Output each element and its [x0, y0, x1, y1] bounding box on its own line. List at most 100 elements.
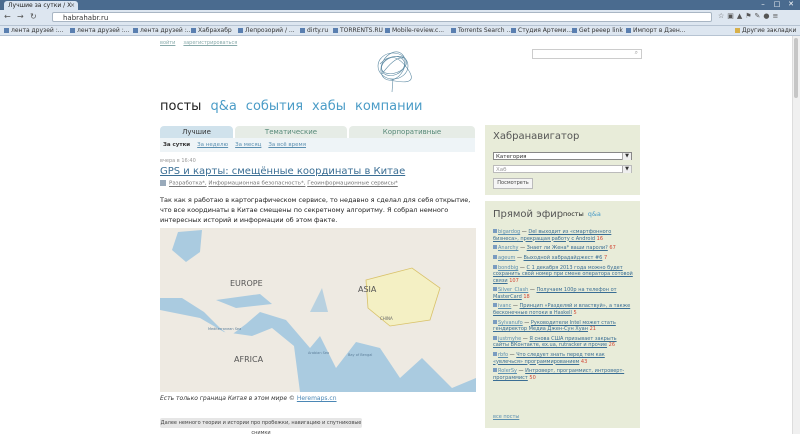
feed-count: 26	[608, 342, 616, 349]
live-tab-posts[interactable]: посты	[563, 210, 584, 218]
feed-count: 50	[529, 374, 536, 381]
forward-icon[interactable]: →	[17, 12, 24, 21]
list-item: Silver_Clash — Получаем 100р на телефон …	[493, 287, 617, 300]
feed-user[interactable]: Sylvanufo	[498, 320, 523, 326]
nav-qa[interactable]: q&a	[210, 99, 236, 114]
feed-count: 107	[509, 277, 519, 284]
show-button[interactable]: Посмотреть	[493, 178, 533, 189]
bookmark-item[interactable]: TORRENTS.RU	[333, 26, 383, 35]
bookmark-item[interactable]: Mobile-review.c...	[385, 26, 444, 35]
live-tabs: посты q&a	[563, 210, 601, 218]
feed-user[interactable]: bondbig	[498, 265, 518, 271]
bookmark-item[interactable]: лента друзей :...	[133, 26, 192, 35]
category-select[interactable]: Категория ▼	[493, 152, 632, 160]
hub-select[interactable]: Хаб ▼	[493, 165, 632, 173]
extension-icons[interactable]: ☆▣▲⚑✎●≡	[718, 12, 781, 20]
nav-hubs[interactable]: хабы	[312, 99, 346, 114]
user-icon	[493, 303, 497, 308]
favicon-icon	[511, 28, 516, 33]
favicon-icon	[333, 28, 338, 33]
feed-title[interactable]: Принцип «Разделяй и властвуй», а также б…	[493, 303, 630, 316]
hub-link[interactable]: Геоинформационные сервисы*	[307, 181, 398, 187]
user-icon	[493, 229, 497, 233]
user-icon	[493, 368, 497, 373]
login-link[interactable]: войти	[160, 40, 175, 46]
feed-title[interactable]: Выходной хабрадайджест #6	[524, 255, 603, 261]
habr-logo[interactable]	[370, 44, 416, 94]
feed-user[interactable]: Anarchy	[498, 245, 518, 251]
bookmark-item[interactable]: Get peeep link	[572, 26, 623, 35]
user-icon	[493, 264, 497, 269]
map-label-europe: EUROPE	[230, 279, 263, 288]
post-tabs: Лучшие Тематические Корпоративные	[160, 126, 475, 138]
tab-thematic[interactable]: Тематические	[235, 126, 347, 138]
all-posts-link[interactable]: все посты	[493, 414, 519, 420]
reload-icon[interactable]: ↻	[30, 12, 37, 21]
user-icon	[493, 287, 497, 292]
user-icon	[493, 335, 497, 340]
period-all[interactable]: За всё время	[268, 142, 306, 148]
map-label-sea: Mediterranean Sea	[208, 327, 241, 331]
caption-link[interactable]: Heremaps.cn	[297, 395, 337, 402]
nav-companies[interactable]: компании	[355, 99, 422, 114]
favicon-icon	[238, 28, 243, 33]
search-icon[interactable]: ⌕	[635, 49, 638, 57]
nav-posts[interactable]: посты	[160, 99, 201, 114]
live-tab-qa[interactable]: q&a	[588, 210, 601, 218]
tab-close-icon[interactable]: ×	[70, 1, 75, 10]
period-day[interactable]: За сутки	[163, 142, 190, 148]
post-title[interactable]: GPS и карты: смещённые координаты в Кита…	[160, 166, 405, 177]
search-input[interactable]: ⌕	[532, 49, 642, 59]
nav-events[interactable]: события	[246, 99, 303, 114]
feed-user[interactable]: ageum	[498, 255, 515, 261]
feed-title[interactable]: Знает ли Жена* ваши пароли?	[527, 245, 608, 251]
bookmark-item[interactable]: Хабрахабр	[191, 26, 232, 35]
map-caption: Есть только граница Китая в этом мире © …	[160, 395, 337, 402]
bookmark-item[interactable]: лента друзей :...	[70, 26, 129, 35]
bookmark-item[interactable]: Torrents Search ...	[451, 26, 512, 35]
post-date: вчера в 16:40	[160, 158, 196, 164]
feed-user[interactable]: ivanc	[498, 303, 511, 309]
period-month[interactable]: За месяц	[235, 142, 261, 148]
hub-link[interactable]: Разработка*,	[169, 181, 207, 187]
list-item: justmyhe — Я снова США призывает закрыть…	[493, 335, 617, 349]
readmore-button[interactable]: Далее немного теории и истории про пробе…	[160, 418, 362, 436]
back-icon[interactable]: ←	[4, 12, 11, 21]
map-label-sea: Bay of Bengal	[348, 353, 372, 357]
favicon-icon	[451, 28, 456, 33]
user-icon	[493, 319, 497, 324]
tab-best[interactable]: Лучшие	[160, 126, 233, 138]
map-label-china: CHINA	[380, 316, 393, 321]
period-week[interactable]: За неделю	[197, 142, 228, 148]
register-link[interactable]: зарегистрироваться	[183, 40, 237, 46]
list-item: ivanc — Принцип «Разделяй и властвуй», а…	[493, 303, 631, 316]
bookmark-item[interactable]: Импорт в Дзен...	[626, 26, 685, 35]
feed-user[interactable]: Silver_Clash	[498, 287, 528, 293]
address-bar[interactable]: habrahabr.ru	[52, 12, 712, 22]
feed-title[interactable]: Что следует знать перед тем как «увлечьс…	[493, 352, 605, 365]
close-icon[interactable]: ✕	[784, 0, 798, 8]
favicon-icon	[70, 28, 75, 33]
bookmark-item[interactable]: dirty.ru	[300, 26, 328, 35]
feed-user[interactable]: rbfo	[498, 352, 508, 358]
auth-links: войти зарегистрироваться	[160, 40, 245, 46]
minimize-icon[interactable]: –	[756, 0, 770, 8]
feed-user[interactable]: RolerSy	[498, 368, 517, 374]
hub-link[interactable]: Информационная безопасность*,	[208, 181, 305, 187]
favicon-icon	[572, 28, 577, 33]
bookmark-item[interactable]: Студия Артеми...	[511, 26, 572, 35]
browser-tab[interactable]: Лучшие за сутки / Х ×	[4, 1, 78, 10]
bookmark-item[interactable]: Лепрозорий / ...	[238, 26, 295, 35]
other-bookmarks[interactable]: Другие закладки	[735, 26, 796, 35]
bookmark-item[interactable]: лента друзей :...	[4, 26, 63, 35]
maximize-icon[interactable]: □	[770, 0, 784, 8]
url-text: habrahabr.ru	[63, 14, 109, 22]
post-hubs: Разработка*, Информационная безопасность…	[160, 180, 398, 187]
scrollbar-thumb[interactable]	[794, 38, 798, 98]
feed-user[interactable]: bigardog	[498, 229, 520, 235]
window-titlebar	[0, 0, 800, 10]
tab-corporate[interactable]: Корпоративные	[349, 126, 475, 138]
feed-count: 21	[589, 326, 596, 333]
feed-user[interactable]: justmyhe	[498, 336, 521, 342]
feed-count: 18	[523, 293, 530, 300]
